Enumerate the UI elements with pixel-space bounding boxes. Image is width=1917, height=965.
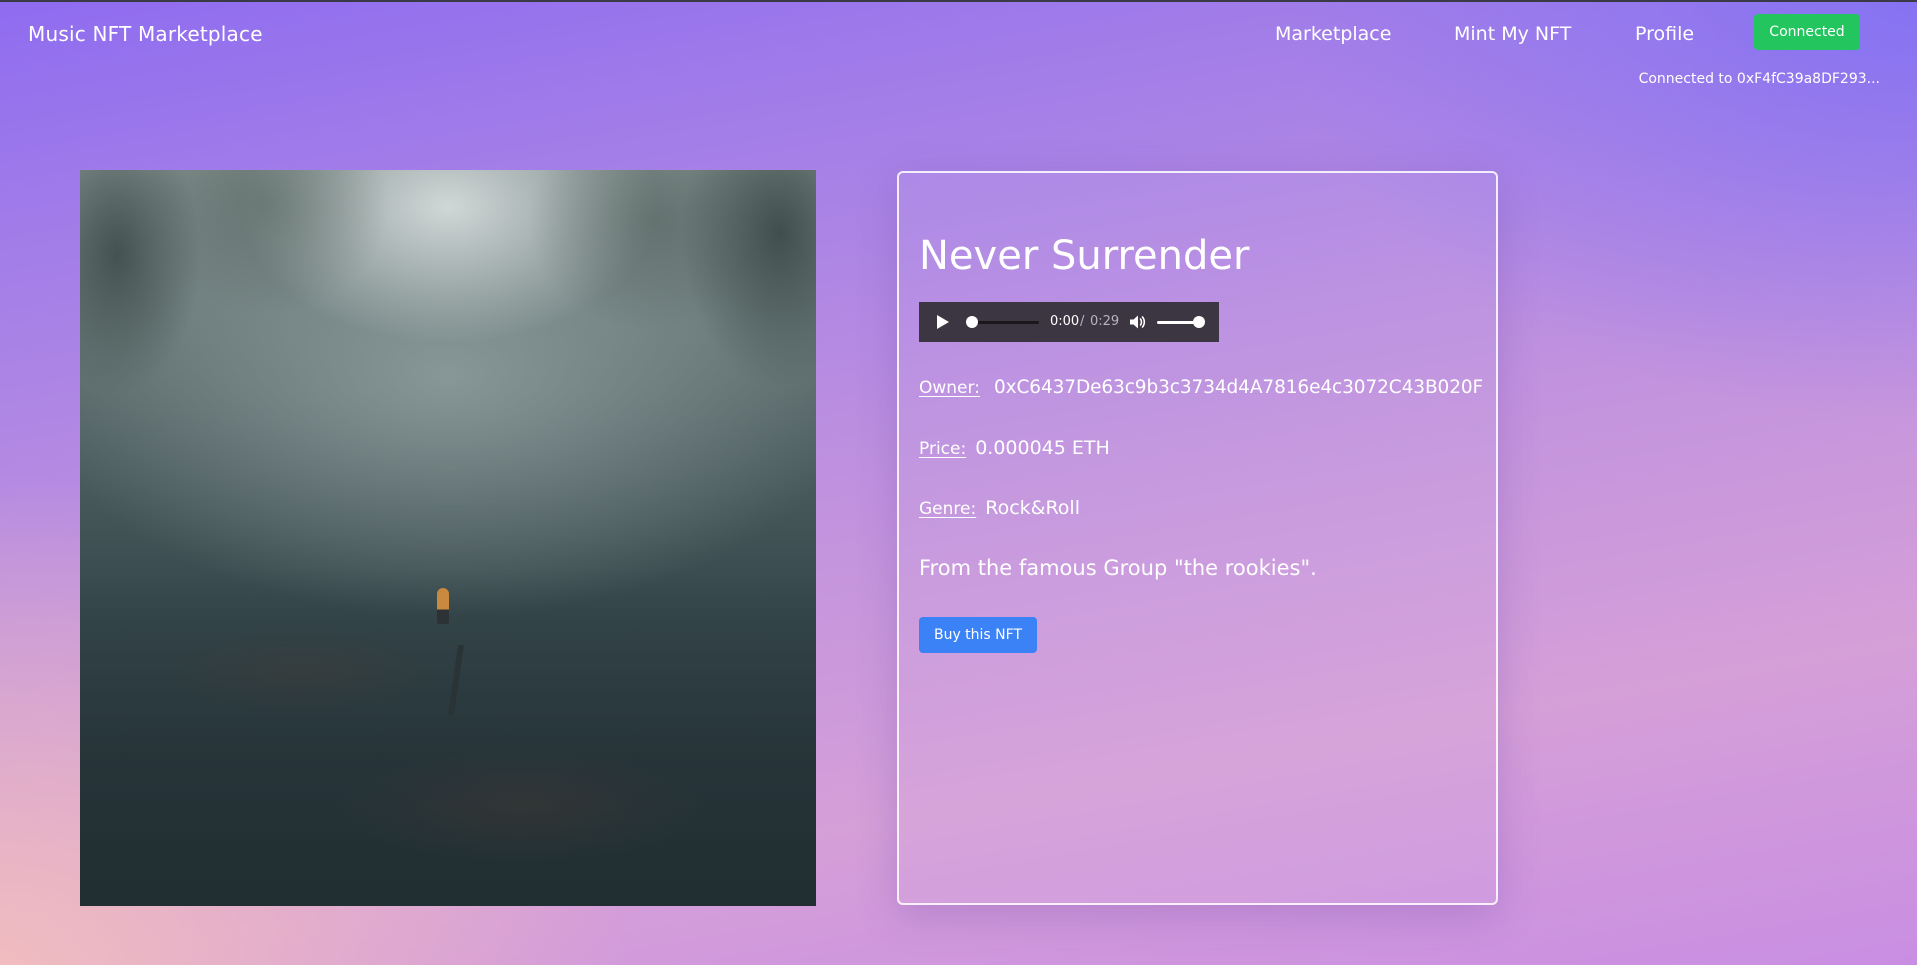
- audio-current-time: 0:00: [1050, 314, 1080, 329]
- audio-player[interactable]: 0:00 / 0:29: [919, 302, 1219, 342]
- connected-account-text: Connected to 0xF4fC39a8DF293...: [1638, 71, 1880, 87]
- audio-time-separator: /: [1080, 314, 1085, 329]
- owner-row: Owner: 0xC6437De63c9b3c3734d4A7816e4c307…: [919, 377, 1483, 398]
- volume-icon[interactable]: [1128, 313, 1146, 331]
- nav-link-mint-my-nft[interactable]: Mint My NFT: [1454, 23, 1571, 45]
- nav-link-marketplace[interactable]: Marketplace: [1275, 23, 1391, 45]
- genre-value: Rock&Roll: [985, 497, 1080, 519]
- nft-title: Never Surrender: [919, 233, 1250, 279]
- owner-address: 0xC6437De63c9b3c3734d4A7816e4c3072C43B02…: [993, 377, 1484, 398]
- brand-title[interactable]: Music NFT Marketplace: [28, 22, 263, 46]
- price-label: Price:: [919, 439, 967, 459]
- genre-label: Genre:: [919, 499, 977, 519]
- play-icon[interactable]: [937, 315, 949, 329]
- artwork-person-figure: [437, 588, 449, 624]
- price-row: Price: 0.000045 ETH: [919, 437, 1110, 459]
- price-value: 0.000045 ETH: [975, 437, 1110, 459]
- genre-row: Genre: Rock&Roll: [919, 497, 1080, 519]
- nft-artwork-image: [80, 170, 816, 906]
- volume-slider-handle[interactable]: [1193, 316, 1205, 328]
- nft-detail-card: Never Surrender 0:00 / 0:29 Owner: 0xC64…: [897, 171, 1498, 905]
- audio-progress-handle[interactable]: [966, 316, 978, 328]
- window-top-border: [0, 0, 1917, 2]
- audio-progress-track[interactable]: [969, 321, 1039, 324]
- nav-link-profile[interactable]: Profile: [1635, 23, 1694, 45]
- audio-duration: 0:29: [1090, 314, 1120, 329]
- buy-nft-button[interactable]: Buy this NFT: [919, 617, 1037, 653]
- artwork-treeline: [80, 170, 816, 590]
- owner-label: Owner:: [919, 378, 980, 398]
- wallet-connect-button[interactable]: Connected: [1754, 14, 1860, 50]
- nft-description: From the famous Group "the rookies".: [919, 556, 1317, 580]
